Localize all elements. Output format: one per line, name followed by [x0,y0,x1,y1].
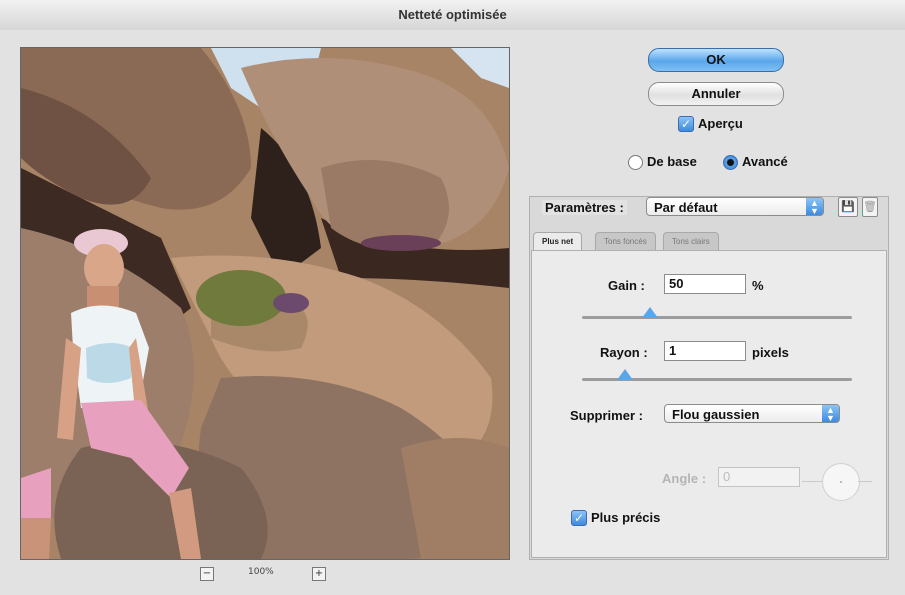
basic-mode-radio[interactable] [628,155,643,170]
amount-field[interactable]: 50 [664,274,746,294]
tab-sharpen[interactable]: Plus net [533,232,583,250]
preview-photo [21,48,509,559]
tab-highlights[interactable]: Tons clairs [663,232,719,250]
angle-field: 0 [718,467,800,487]
preview-checkbox-label: Aperçu [698,116,743,131]
settings-select[interactable]: Par défaut ▲ ▼ [646,197,824,216]
chevron-up-down-icon: ▲ ▼ [806,198,823,216]
trash-icon[interactable]: 🗑 [862,197,878,217]
more-accurate-label: Plus précis [591,510,661,525]
window-title: Netteté optimisée [0,0,905,31]
ok-button[interactable]: OK [648,48,784,72]
radius-field[interactable]: 1 [664,341,746,361]
remove-label: Supprimer : [570,408,643,423]
radius-unit: pixels [752,345,789,360]
more-accurate-checkbox[interactable]: ✓ [571,510,587,526]
remove-select-value: Flou gaussien [672,407,760,422]
zoom-level: 100% [248,567,274,577]
cancel-button[interactable]: Annuler [648,82,784,106]
dial-connector [802,481,822,482]
zoom-out-button[interactable]: − [200,567,214,581]
settings-select-value: Par défaut [654,200,718,215]
basic-mode-label: De base [647,154,697,169]
chevron-up-down-icon: ▲ ▼ [822,405,839,423]
angle-label: Angle : [662,471,707,486]
advanced-mode-radio[interactable] [723,155,738,170]
remove-select[interactable]: Flou gaussien ▲ ▼ [664,404,840,423]
tab-shadows[interactable]: Tons foncés [595,232,656,250]
preview-checkbox[interactable]: ✓ [678,116,694,132]
zoom-in-button[interactable]: + [312,567,326,581]
amount-label: Gain : [608,278,645,293]
image-preview[interactable] [20,47,510,560]
dial-connector [858,481,872,482]
save-preset-icon[interactable]: 💾 [838,197,858,217]
tab-strip: Plus net Tons foncés Tons clairs [531,232,887,250]
angle-dial [822,463,860,501]
amount-slider[interactable] [582,316,852,319]
amount-unit: % [752,278,764,293]
radius-slider-thumb[interactable] [617,369,634,380]
radius-label: Rayon : [600,345,648,360]
amount-slider-thumb[interactable] [641,307,658,318]
advanced-mode-label: Avancé [742,154,788,169]
settings-label: Paramètres : [542,200,627,215]
